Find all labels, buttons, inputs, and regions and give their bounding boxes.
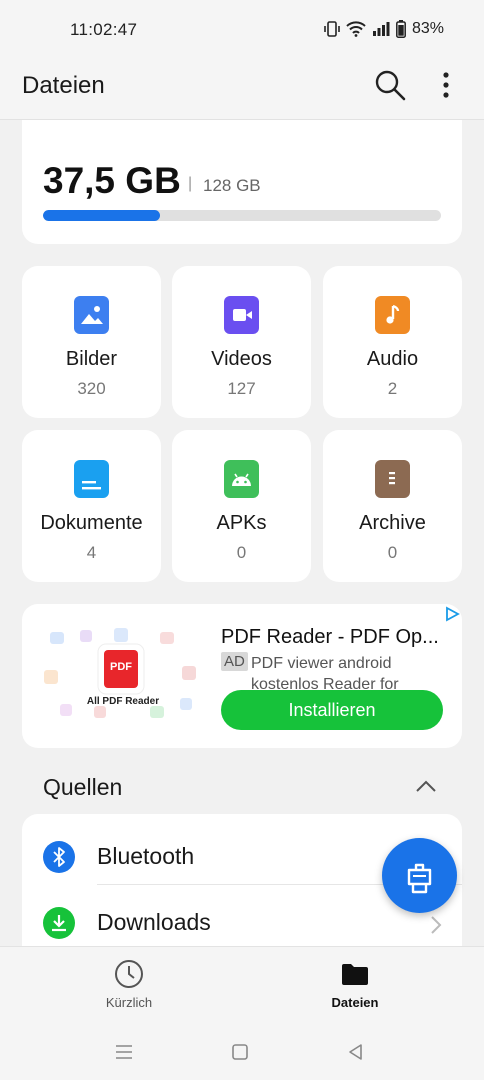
archive-icon — [375, 460, 410, 498]
clock-icon — [115, 960, 143, 988]
category-tile-apks[interactable]: APKs 0 — [172, 430, 311, 582]
nav-label: Kürzlich — [105, 995, 153, 1010]
menu-icon[interactable] — [112, 1040, 136, 1064]
storage-progress-bar — [43, 210, 441, 221]
bottom-navigation: Kürzlich Dateien — [0, 946, 484, 1026]
nav-item-recent[interactable]: Kürzlich — [59, 959, 199, 1010]
wifi-icon — [346, 21, 366, 37]
category-tile-dokumente[interactable]: Dokumente 4 — [22, 430, 161, 582]
category-tile-videos[interactable]: Videos 127 — [172, 266, 311, 418]
category-name: Archive — [359, 512, 426, 534]
status-time: 11:02:47 — [70, 20, 138, 39]
category-name: Dokumente — [40, 512, 143, 534]
category-name: Videos — [211, 348, 272, 370]
category-name: Bilder — [65, 348, 118, 370]
system-navigation-bar — [0, 1026, 484, 1080]
category-name: APKs — [216, 512, 267, 534]
category-name: Audio — [366, 348, 419, 370]
category-count: 0 — [236, 543, 247, 562]
storage-total: 128 GB — [203, 176, 261, 195]
sources-title: Quellen — [43, 774, 123, 800]
source-label: Bluetooth — [97, 843, 195, 869]
install-button[interactable]: Installieren — [221, 690, 443, 730]
category-count: 0 — [387, 543, 398, 562]
storage-card[interactable]: 37,5 GB | 128 GB — [22, 120, 462, 244]
ad-badge: AD — [221, 652, 248, 671]
back-icon[interactable] — [344, 1040, 368, 1064]
clean-fab-button[interactable] — [382, 838, 457, 913]
category-count: 2 — [387, 379, 398, 398]
battery-icon — [396, 20, 406, 38]
ad-title: PDF Reader - PDF Op... — [221, 626, 439, 648]
folder-icon — [342, 964, 368, 985]
ad-art-icon-text: PDF — [110, 661, 132, 673]
music-icon — [375, 296, 410, 334]
download-icon — [43, 907, 75, 939]
ad-image: PDF All PDF Reader — [38, 626, 208, 730]
vibrate-icon — [324, 21, 340, 37]
app-bar: Dateien — [0, 60, 484, 120]
home-icon[interactable] — [228, 1040, 252, 1064]
chevron-up-icon[interactable] — [414, 776, 438, 796]
storage-separator: | — [188, 175, 193, 192]
chevron-right-icon — [431, 916, 442, 934]
category-tile-audio[interactable]: Audio 2 — [323, 266, 462, 418]
android-icon — [224, 460, 259, 498]
image-icon — [74, 296, 109, 334]
search-icon[interactable] — [373, 68, 407, 102]
ad-art-label: All PDF Reader — [86, 696, 160, 707]
category-count: 320 — [77, 379, 106, 398]
category-count: 127 — [227, 379, 256, 398]
document-icon — [74, 460, 109, 498]
category-tile-archive[interactable]: Archive 0 — [323, 430, 462, 582]
storage-progress-fill — [43, 210, 160, 221]
adchoices-icon[interactable] — [444, 606, 460, 622]
more-options-icon[interactable] — [434, 70, 458, 100]
battery-percent: 83% — [411, 20, 444, 37]
status-bar: 11:02:47 83% — [0, 0, 484, 60]
page-title: Dateien — [22, 72, 105, 99]
category-tile-bilder[interactable]: Bilder 320 — [22, 266, 161, 418]
category-count: 4 — [86, 543, 97, 562]
nav-item-files[interactable]: Dateien — [285, 959, 425, 1010]
bluetooth-icon — [43, 841, 75, 873]
ad-card[interactable]: PDF All PDF Reader PDF Reader - PDF Op..… — [22, 604, 462, 748]
broom-icon — [407, 863, 432, 894]
source-label: Downloads — [97, 909, 211, 935]
status-icons: 83% — [324, 20, 444, 38]
nav-label: Dateien — [331, 995, 379, 1010]
signal-icon — [372, 22, 390, 36]
storage-used: 37,5 GB — [43, 160, 181, 201]
video-icon — [224, 296, 259, 334]
